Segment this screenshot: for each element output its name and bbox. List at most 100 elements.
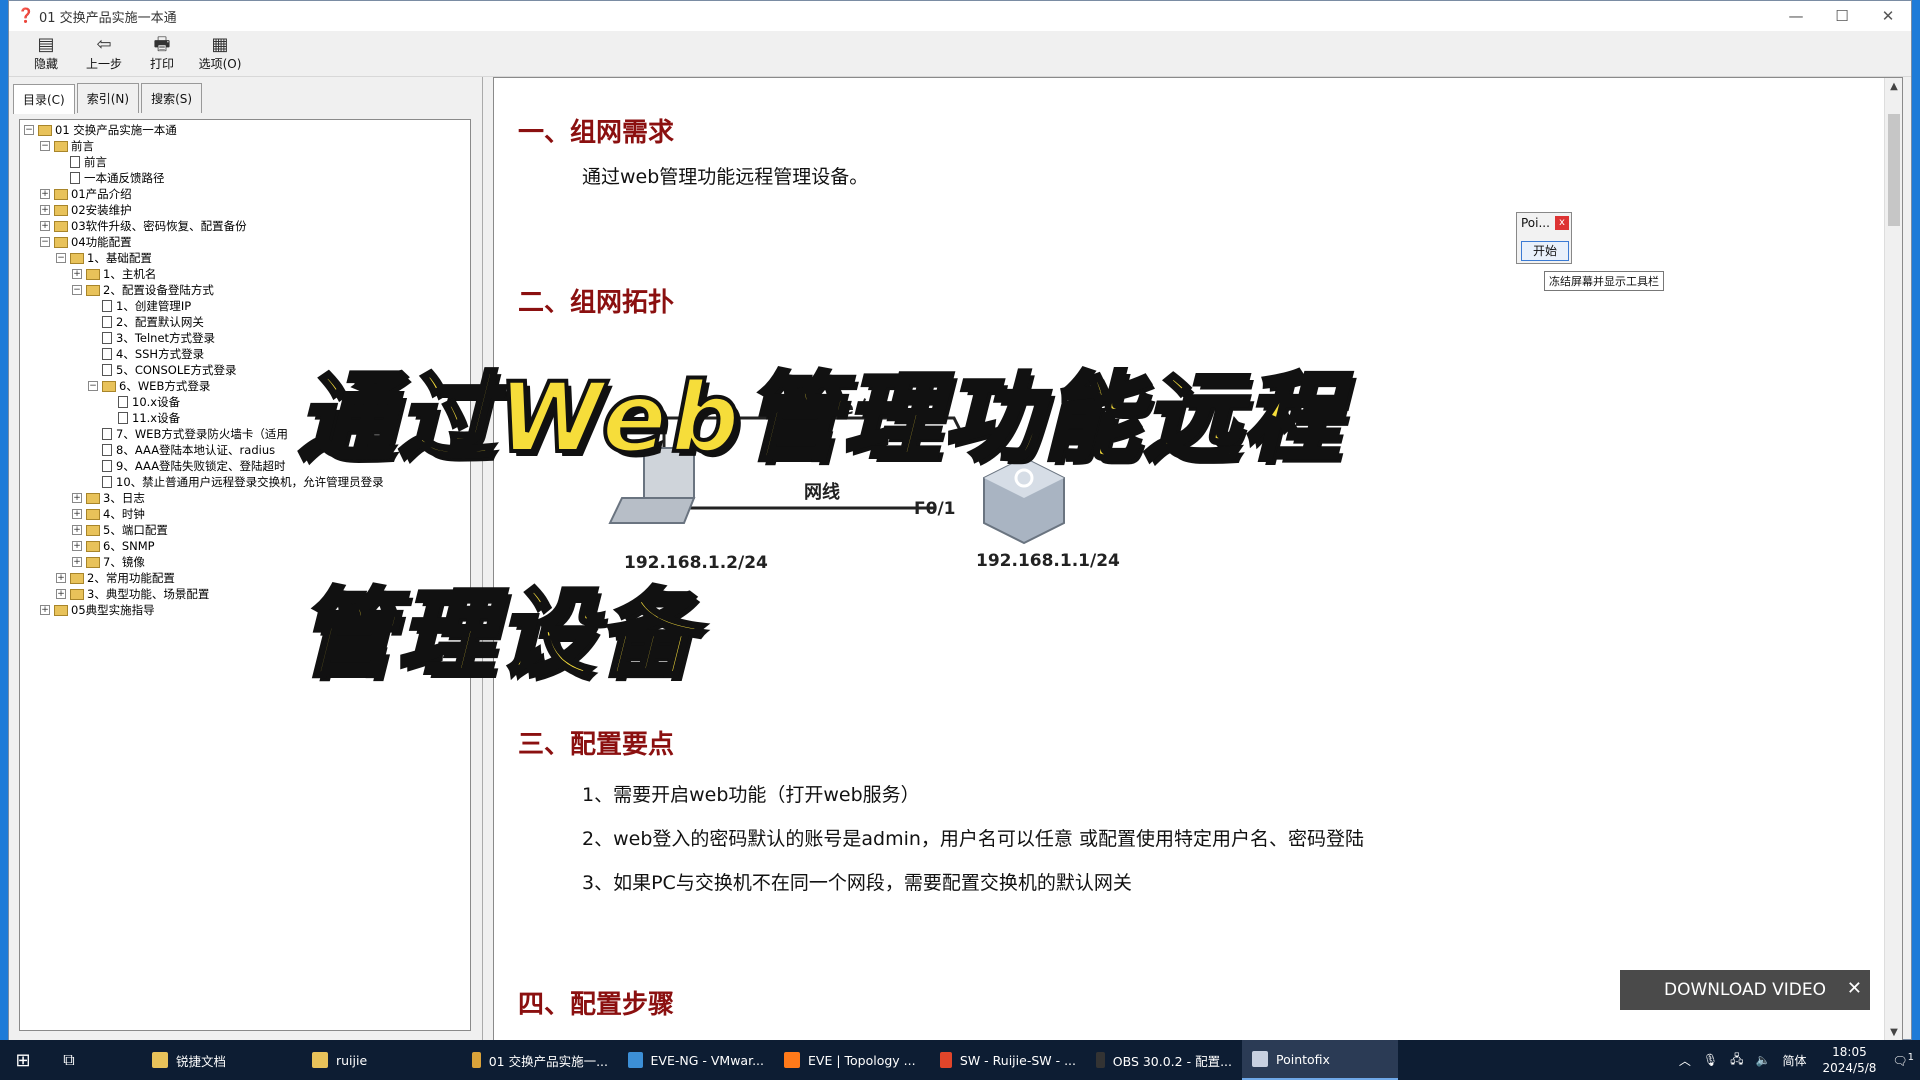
tree-item[interactable]: 1、创建管理IP [88, 298, 191, 314]
tray-chevron-icon[interactable]: ︿ [1679, 1052, 1691, 1069]
tree-item[interactable]: +2、常用功能配置 [56, 570, 175, 586]
tab-index[interactable]: 索引(N) [76, 83, 140, 113]
tree-item[interactable]: 10.x设备 [104, 394, 180, 410]
print-button[interactable]: 🖶 打印 [133, 31, 191, 72]
tree-item[interactable]: − 前言 [40, 138, 94, 154]
download-close-icon[interactable]: ✕ [1847, 978, 1862, 999]
page-icon [102, 332, 112, 344]
taskbar-app[interactable]: 01 交换产品实施一... [462, 1040, 618, 1080]
tab-contents[interactable]: 目录(C) [13, 84, 75, 114]
taskbar-app[interactable]: OBS 30.0.2 - 配置... [1086, 1040, 1242, 1080]
tree-item[interactable]: 8、AAA登陆本地认证、radius [88, 442, 275, 458]
start-button[interactable]: 开始 [1521, 241, 1569, 261]
tree-item-label: 3、日志 [103, 491, 145, 505]
tree-item[interactable]: − 2、配置设备登陆方式 [72, 282, 214, 298]
tree-item[interactable]: +02安装维护 [40, 202, 132, 218]
toolbar: ▤ 隐藏 ⇦ 上一步 🖶 打印 ▦ 选项(O) [9, 31, 1911, 77]
taskbar-app-label: EVE | Topology ... [808, 1052, 916, 1068]
tree-item[interactable]: +05典型实施指导 [40, 602, 155, 618]
tree-item[interactable]: +3、典型功能、场景配置 [56, 586, 209, 602]
scroll-up-icon[interactable]: ▲ [1885, 78, 1902, 96]
expand-icon[interactable]: + [40, 205, 50, 215]
app-icon [472, 1052, 481, 1068]
expand-icon[interactable]: + [72, 509, 82, 519]
tree-item[interactable]: +03软件升级、密码恢复、配置备份 [40, 218, 247, 234]
tree-item[interactable]: − 04功能配置 [40, 234, 132, 250]
tree-item[interactable]: − 01 交换产品实施一本通 [24, 122, 177, 138]
expand-icon[interactable]: + [56, 573, 66, 583]
expand-icon[interactable]: + [40, 221, 50, 231]
close-icon[interactable]: ✕ [1865, 1, 1911, 31]
tree-item-label: 2、配置设备登陆方式 [103, 283, 214, 297]
page-icon [102, 364, 112, 376]
collapse-icon[interactable]: − [40, 141, 50, 151]
taskbar-app[interactable]: Pointofix [1242, 1040, 1398, 1080]
expand-icon[interactable]: + [40, 605, 50, 615]
tree-item[interactable]: 11.x设备 [104, 410, 180, 426]
collapse-icon[interactable]: − [40, 237, 50, 247]
tree-item[interactable]: 4、SSH方式登录 [88, 346, 204, 362]
microphone-icon[interactable]: 🎙 [1703, 1053, 1718, 1067]
tree-item[interactable]: +4、时钟 [72, 506, 145, 522]
back-arrow-icon: ⇦ [96, 34, 112, 55]
folder-icon [54, 604, 68, 616]
tree-item[interactable]: − 6、WEB方式登录 [88, 378, 210, 394]
tree-item[interactable]: 7、WEB方式登录防火墙卡（适用 [88, 426, 288, 442]
port-label: F0/1 [914, 499, 955, 519]
tree-item-label: 前言 [71, 139, 94, 153]
tree-item-label: 3、典型功能、场景配置 [87, 587, 210, 601]
maximize-icon[interactable]: ☐ [1819, 1, 1865, 31]
expand-icon[interactable]: + [56, 589, 66, 599]
app-icon [940, 1052, 952, 1068]
expand-icon[interactable]: + [72, 525, 82, 535]
tree-item[interactable]: +6、SNMP [72, 538, 155, 554]
tree-item-label: 1、创建管理IP [116, 299, 192, 313]
taskbar-app[interactable]: 锐捷文档 [142, 1040, 302, 1080]
tree-item[interactable]: +3、日志 [72, 490, 145, 506]
tree-item[interactable]: 5、CONSOLE方式登录 [88, 362, 237, 378]
minimize-icon[interactable]: — [1773, 1, 1819, 31]
expand-icon[interactable]: + [72, 557, 82, 567]
volume-icon[interactable]: 🔈 [1756, 1053, 1771, 1067]
popup-close-icon[interactable]: x [1555, 216, 1569, 230]
input-language[interactable]: 简体 [1782, 1052, 1806, 1069]
tree-item[interactable]: 9、AAA登陆失败锁定、登陆超时 [88, 458, 286, 474]
tree-item[interactable]: +1、主机名 [72, 266, 156, 282]
folder-icon [54, 220, 68, 232]
taskbar-app[interactable]: ruijie [302, 1040, 462, 1080]
expand-icon[interactable]: + [72, 541, 82, 551]
collapse-icon[interactable]: − [24, 125, 34, 135]
taskbar-app[interactable]: EVE-NG - VMwar... [618, 1040, 774, 1080]
taskbar-app[interactable]: EVE | Topology ... [774, 1040, 930, 1080]
notification-icon[interactable]: 🗨1 [1892, 1052, 1914, 1068]
tree-item[interactable]: 3、Telnet方式登录 [88, 330, 215, 346]
tree-item[interactable]: 前言 [56, 154, 107, 170]
clock[interactable]: 18:05 2024/5/8 [1822, 1044, 1876, 1076]
taskbar-app-label: ruijie [336, 1052, 368, 1068]
tree-item[interactable]: +5、端口配置 [72, 522, 168, 538]
tree-item[interactable]: 2、配置默认网关 [88, 314, 204, 330]
tree-item[interactable]: − 1、基础配置 [56, 250, 152, 266]
tree-item[interactable]: +01产品介绍 [40, 186, 132, 202]
expand-icon[interactable]: + [40, 189, 50, 199]
collapse-icon[interactable]: − [88, 381, 98, 391]
collapse-icon[interactable]: − [72, 285, 82, 295]
vertical-scrollbar[interactable]: ▲ ▼ [1884, 78, 1902, 1040]
back-button[interactable]: ⇦ 上一步 [75, 31, 133, 72]
windows-start-icon[interactable]: ⊞ [0, 1040, 46, 1080]
options-button[interactable]: ▦ 选项(O) [191, 31, 249, 72]
scroll-down-icon[interactable]: ▼ [1885, 1024, 1902, 1040]
expand-icon[interactable]: + [72, 493, 82, 503]
scroll-thumb[interactable] [1888, 114, 1900, 226]
network-icon[interactable]: 🖧 [1730, 1050, 1743, 1071]
taskbar-app[interactable]: SW - Ruijie-SW - ... [930, 1040, 1086, 1080]
download-video-button[interactable]: DOWNLOAD VIDEO ✕ [1620, 970, 1870, 1010]
tree-item[interactable]: +7、镜像 [72, 554, 145, 570]
expand-icon[interactable]: + [72, 269, 82, 279]
tree-item-label: 一本通反馈路径 [84, 171, 165, 185]
collapse-icon[interactable]: − [56, 253, 66, 263]
tab-search[interactable]: 搜索(S) [141, 83, 203, 113]
tree-item[interactable]: 一本通反馈路径 [56, 170, 165, 186]
task-view-icon[interactable]: ⧉ [46, 1040, 92, 1080]
hide-button[interactable]: ▤ 隐藏 [17, 31, 75, 72]
